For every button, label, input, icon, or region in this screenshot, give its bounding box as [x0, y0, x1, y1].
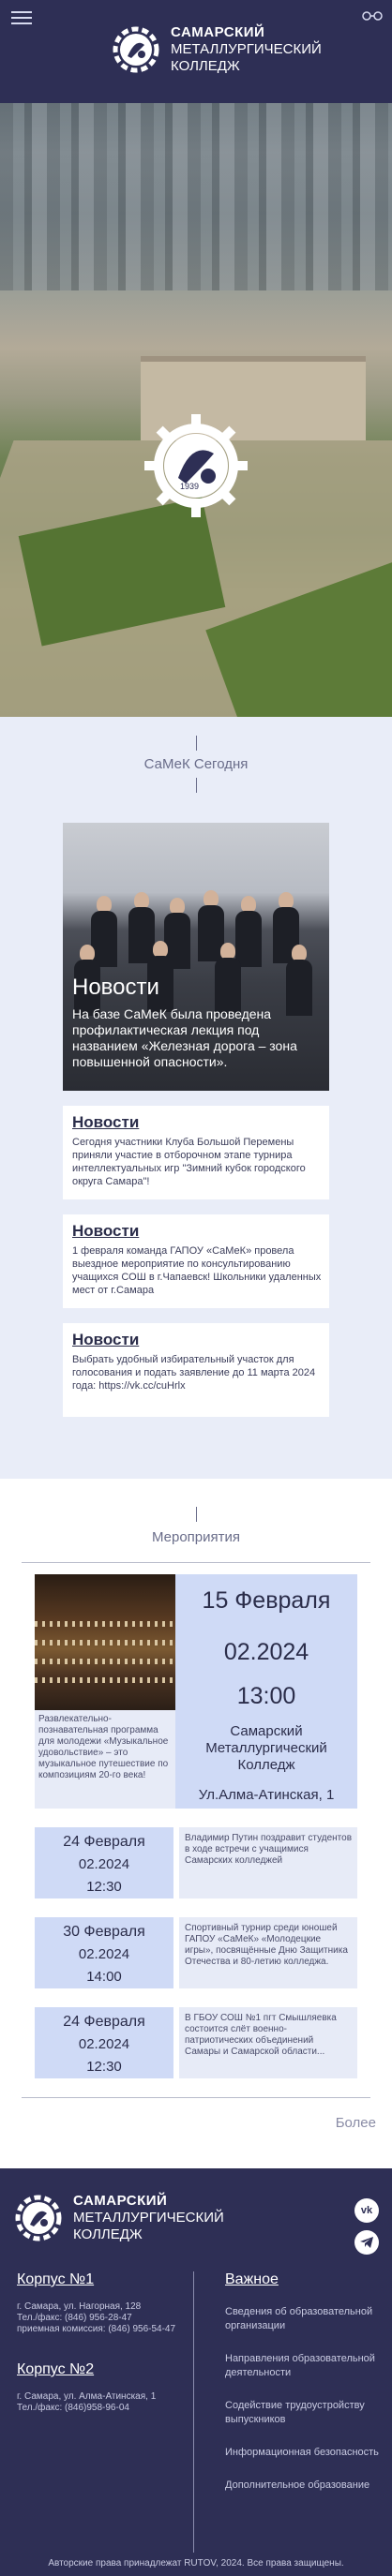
footer-college-name-line3: КОЛЛЕДЖ — [73, 2226, 143, 2242]
event-text: Владимир Путин поздравит студентов в ход… — [179, 1827, 357, 1898]
campus1-admission: приемная комиссия: (846) 956-54-47 — [17, 2324, 176, 2334]
divider — [22, 2097, 370, 2098]
vk-icon[interactable]: vk — [354, 2198, 379, 2223]
page: САМАРСКИЙ МЕТАЛЛУРГИЧЕСКИЙ КОЛЛЕДЖ 1939 … — [0, 0, 392, 2576]
footer-college-name-line1: САМАРСКИЙ — [73, 2193, 168, 2209]
event-day: 24 Февраля — [63, 1834, 145, 1850]
main-event-time: 13:00 — [236, 1683, 296, 1709]
event-time: 12:30 — [86, 1879, 122, 1895]
campus1-phone: Тел./факс: (846) 956-28-47 — [17, 2313, 132, 2323]
event-year: 02.2024 — [78, 2036, 130, 2052]
hamburger-menu-icon[interactable] — [11, 11, 32, 24]
featured-news-title[interactable]: Новости — [72, 975, 159, 1001]
college-emblem-icon — [113, 26, 159, 73]
campus2-phone: Тел./факс: (846)958-96-04 — [17, 2403, 129, 2413]
news-card-title[interactable]: Новости — [72, 1222, 322, 1241]
footer-divider — [193, 2271, 194, 2553]
event-text: В ГБОУ СОШ №1 пгт Смышляевка состоится с… — [179, 2007, 357, 2078]
campus2-title: Корпус №2 — [17, 2361, 95, 2377]
footer-links-title: Важное — [225, 2271, 279, 2287]
event-day: 24 Февраля — [63, 2014, 145, 2030]
college-name-line3: КОЛЛЕДЖ — [171, 58, 240, 74]
main-event-day: 15 Февраля — [202, 1587, 331, 1614]
footer-link[interactable]: Дополнительное образование — [225, 2479, 384, 2493]
event-card[interactable]: 24 Февраля 02.2024 12:30 В ГБОУ СОШ №1 п… — [35, 2007, 357, 2078]
event-day: 30 Февраля — [63, 1924, 145, 1940]
glasses-icon[interactable] — [362, 11, 383, 21]
campus2-address: г. Самара, ул. Алма-Атинская, 1 — [17, 2391, 157, 2402]
header-logo[interactable]: САМАРСКИЙ МЕТАЛЛУРГИЧЕСКИЙ КОЛЛЕДЖ — [109, 22, 322, 77]
footer-college-name-line2: МЕТАЛЛУРГИЧЕСКИЙ — [73, 2210, 224, 2226]
news-card-title[interactable]: Новости — [72, 1113, 322, 1132]
event-card[interactable]: 24 Февраля 02.2024 12:30 Владимир Путин … — [35, 1827, 357, 1898]
hero-image: 1939 — [0, 103, 392, 717]
copyright: Авторские права принадлежат RUTOV, 2024.… — [48, 2558, 344, 2569]
footer-link[interactable]: Информационная безопасность — [225, 2446, 384, 2460]
college-name-line1: САМАРСКИЙ — [171, 24, 265, 40]
event-time: 12:30 — [86, 2059, 122, 2075]
main-event-year: 02.2024 — [223, 1639, 309, 1665]
emblem-year: 1939 — [180, 482, 199, 491]
featured-news-text: На базе СаМеК была проведена профилактич… — [72, 1006, 297, 1069]
featured-news[interactable]: Новости На базе СаМеК была проведена про… — [63, 823, 329, 1091]
main-event-address: Ул.Алма-Атинская, 1 — [198, 1787, 335, 1803]
footer-link[interactable]: Сведения об образовательной организации — [225, 2305, 384, 2333]
news-card[interactable]: Новости 1 февраля команда ГАПОУ «СаМеК» … — [63, 1214, 329, 1308]
event-text: Спортивный турнир среди юношей ГАПОУ «Са… — [179, 1917, 357, 1988]
events-section-title: Мероприятия — [151, 1529, 241, 1545]
site-header: САМАРСКИЙ МЕТАЛЛУРГИЧЕСКИЙ КОЛЛЕДЖ — [0, 0, 392, 103]
footer-contacts: Корпус №1 г. Самара, ул. Нагорная, 128 Т… — [17, 2271, 175, 2440]
orchestra-photo — [35, 1574, 175, 1710]
footer-links: Важное Сведения об образовательной орган… — [225, 2271, 384, 2511]
news-card[interactable]: Новости Сегодня участники Клуба Большой … — [63, 1106, 329, 1199]
event-year: 02.2024 — [78, 1856, 130, 1872]
main-event-description: Развлекательно-познавательная программа … — [35, 1710, 175, 1809]
news-card-text: 1 февраля команда ГАПОУ «СаМеК» провела … — [72, 1245, 322, 1296]
news-section-title: СаМеК Сегодня — [143, 756, 249, 772]
hero-emblem-icon: 1939 — [144, 414, 248, 517]
main-event-card[interactable]: Развлекательно-познавательная программа … — [35, 1574, 357, 1809]
campus1-address: г. Самара, ул. Нагорная, 128 — [17, 2301, 142, 2312]
more-events-link[interactable]: Более — [16, 2115, 376, 2131]
footer-link[interactable]: Направления образовательной деятельности — [225, 2352, 384, 2380]
footer-logo[interactable]: САМАРСКИЙ МЕТАЛЛУРГИЧЕСКИЙ КОЛЛЕДЖ — [11, 2191, 224, 2245]
main-event-place: Самарский Металлургический Колледж — [205, 1723, 327, 1773]
divider — [22, 1562, 370, 1563]
event-year: 02.2024 — [78, 1946, 130, 1962]
site-footer: САМАРСКИЙ МЕТАЛЛУРГИЧЕСКИЙ КОЛЛЕДЖ vk Ко… — [0, 2168, 392, 2576]
event-card[interactable]: 30 Февраля 02.2024 14:00 Спортивный турн… — [35, 1917, 357, 1988]
news-card-title[interactable]: Новости — [72, 1331, 322, 1349]
news-card-text: Сегодня участники Клуба Большой Перемены… — [72, 1137, 306, 1187]
footer-link[interactable]: Содействие трудоустройству выпускников — [225, 2399, 384, 2427]
news-section: СаМеК Сегодня Новости На базе СаМеК была… — [0, 717, 392, 1479]
telegram-icon[interactable] — [354, 2230, 379, 2255]
events-section: Мероприятия Развлекательно-познавательна… — [0, 1479, 392, 2168]
college-emblem-icon — [15, 2195, 62, 2241]
event-time: 14:00 — [86, 1969, 122, 1985]
news-card[interactable]: Новости Выбрать удобный избирательный уч… — [63, 1323, 329, 1417]
news-card-text: Выбрать удобный избирательный участок дл… — [72, 1354, 316, 1392]
campus1-title: Корпус №1 — [17, 2271, 95, 2287]
college-name-line2: МЕТАЛЛУРГИЧЕСКИЙ — [171, 41, 322, 57]
